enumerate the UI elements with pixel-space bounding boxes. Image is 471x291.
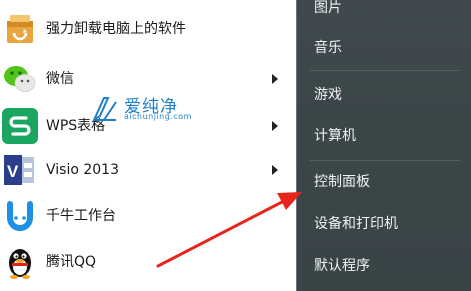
- annotation-arrow: [156, 192, 302, 268]
